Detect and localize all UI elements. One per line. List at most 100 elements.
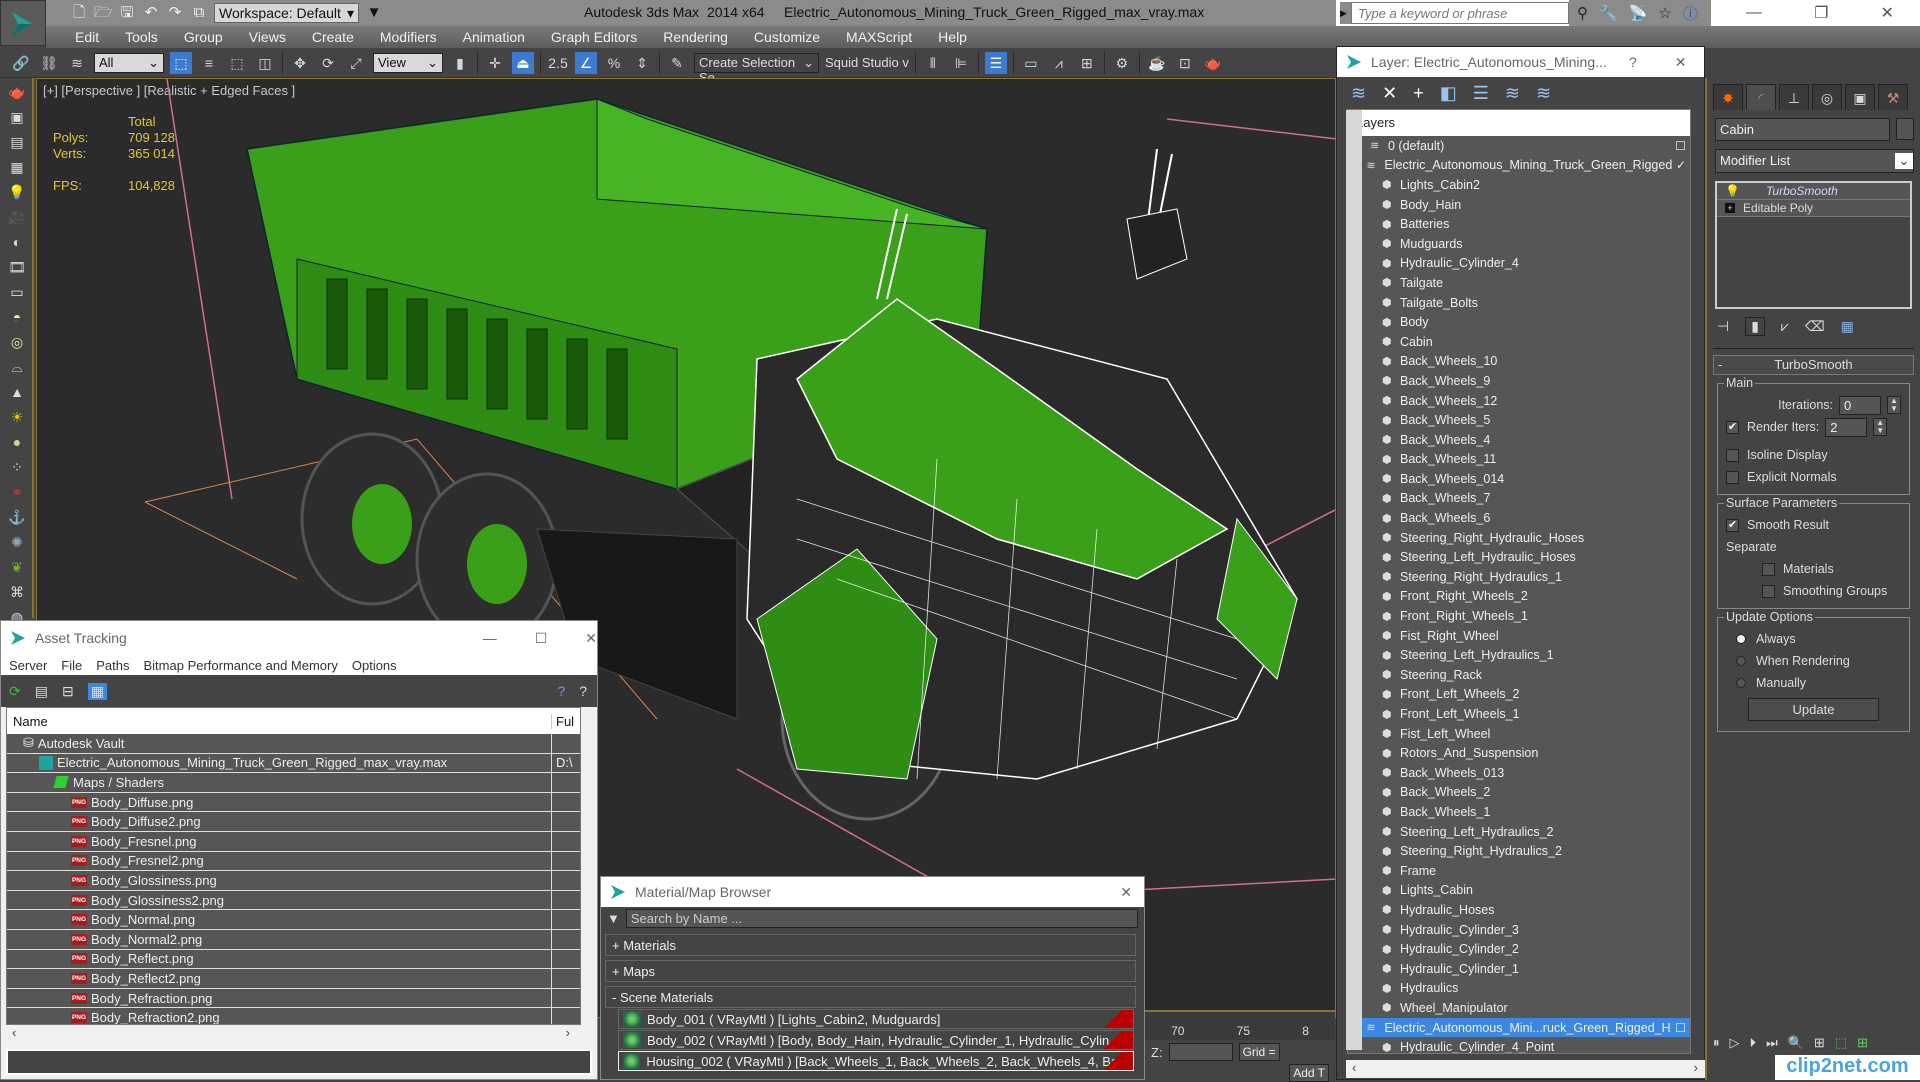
material-section-header[interactable]: + Materials (605, 934, 1136, 956)
material-editor-icon[interactable]: ⚙ (1111, 52, 1133, 74)
selection-filter-dropdown[interactable]: All ⌄ (94, 52, 164, 73)
scroll-left-icon[interactable]: ‹ (1352, 1060, 1356, 1075)
next-frame-icon[interactable]: ⏵ (1750, 1035, 1757, 1051)
layer-object-row[interactable]: ⬢ Back_Wheels_1 (1348, 802, 1690, 822)
refresh-icon[interactable]: ⟳ (9, 683, 21, 700)
sun-icon[interactable]: ☀ (5, 406, 29, 428)
prev-frame-icon[interactable]: ⏸ (1713, 1035, 1720, 1051)
menu-create[interactable]: Create (299, 29, 367, 45)
manually-radio[interactable] (1736, 678, 1746, 688)
layer-object-row[interactable]: ⬢ Back_Wheels_013 (1348, 763, 1690, 783)
manipulate-icon[interactable]: ✛ (484, 52, 506, 74)
material-browser-titlebar[interactable]: Material/Map Browser ✕ (601, 877, 1144, 907)
layer-object-row[interactable]: ⬢ Steering_Right_Hydraulics_1 (1348, 567, 1690, 587)
film-reel-icon[interactable]: 🎞 (5, 256, 29, 278)
close-icon[interactable]: ✕ (585, 630, 597, 647)
layer-column-header[interactable]: Layers (1348, 110, 1690, 136)
highlight-selected-layer-icon[interactable]: ☰ (1473, 83, 1489, 104)
key-icon[interactable]: 🔧 (1599, 4, 1618, 22)
edit-named-selection-icon[interactable]: ✎ (666, 52, 688, 74)
menu-help[interactable]: Help (925, 29, 980, 45)
utilities-tab[interactable]: ⚒ (1878, 84, 1908, 110)
moon-icon[interactable]: ◐ (5, 231, 29, 253)
menu-edit[interactable]: Edit (62, 29, 112, 45)
light-lister-icon[interactable]: 💡 (5, 181, 29, 203)
satellite-icon[interactable]: 📡 (1629, 4, 1648, 22)
select-objects-in-layer-icon[interactable]: ◧ (1440, 83, 1457, 104)
menu-group[interactable]: Group (171, 29, 236, 45)
layer-row[interactable]: ≋ 0 (default) ☐ (1348, 136, 1690, 156)
expand-search-icon[interactable]: ▶ (1340, 2, 1351, 24)
layer-object-row[interactable]: ⬢ Steering_Left_Hydraulics_1 (1348, 645, 1690, 665)
bind-to-space-warp-icon[interactable]: ≋ (66, 52, 88, 74)
new-file-icon[interactable]: 🗋 (70, 4, 88, 22)
layer-window-titlebar[interactable]: Layer: Electric_Autonomous_Mining... ? ✕ (1337, 47, 1704, 77)
layer-object-row[interactable]: ⬢ Hydraulics (1348, 979, 1690, 999)
undo-icon[interactable]: ↶ (142, 4, 160, 22)
menu-customize[interactable]: Customize (741, 29, 833, 45)
asset-row[interactable]: PNG Body_Refraction.png (7, 988, 580, 1009)
material-section-header[interactable]: - Scene Materials (605, 986, 1136, 1008)
dome-light-icon[interactable]: ◓ (5, 306, 29, 328)
molecule-icon[interactable]: ⚭ (5, 481, 29, 503)
asset-horizontal-scrollbar[interactable]: ‹ › (6, 1025, 592, 1045)
redo-icon[interactable]: ↷ (166, 4, 184, 22)
fur-icon[interactable]: ✺ (5, 531, 29, 553)
layer-object-row[interactable]: ⬢ Back_Wheels_4 (1348, 430, 1690, 450)
select-by-name-icon[interactable]: ≡ (198, 52, 220, 74)
layer-object-row[interactable]: ⬢ Frame (1348, 861, 1690, 881)
schematic-view-icon[interactable]: ⊞ (1076, 52, 1098, 74)
asset-row[interactable]: PNG Body_Normal.png (7, 910, 580, 930)
select-and-link-icon[interactable]: 🔗 (10, 52, 32, 74)
layer-vertical-scrollbar[interactable] (1346, 110, 1362, 1050)
layer-object-row[interactable]: ⬢ Tailgate (1348, 273, 1690, 293)
sphere-light-icon[interactable]: ● (5, 431, 29, 453)
close-icon[interactable]: ✕ (1881, 3, 1894, 23)
asset-menu-server[interactable]: Server (9, 658, 47, 673)
particles-icon[interactable]: ⁘ (5, 456, 29, 478)
hierarchy-tab[interactable]: ⊥ (1779, 84, 1809, 110)
layer-object-row[interactable]: ⬢ Hydraulic_Cylinder_4_Point (1348, 1037, 1690, 1053)
scene-material-row[interactable]: Body_001 ( VRayMtl ) [Lights_Cabin2, Mud… (618, 1009, 1134, 1029)
scene-material-row[interactable]: Housing_002 ( VRayMtl ) [Back_Wheels_1, … (618, 1051, 1134, 1071)
set-current-layer-icon[interactable]: ☐ (1675, 1021, 1686, 1035)
scroll-right-icon[interactable]: › (1694, 1060, 1698, 1075)
modifier-list-dropdown[interactable]: Modifier List ⌄ (1715, 149, 1914, 173)
online-help-icon[interactable]: ? (557, 683, 565, 699)
layer-object-row[interactable]: ⬢ Back_Wheels_2 (1348, 783, 1690, 803)
grass-icon[interactable]: ❦ (5, 556, 29, 578)
window-crossing-icon[interactable]: ◫ (254, 52, 276, 74)
layer-row[interactable]: ⊟≋Electric_Autonomous_Mining_Truck_Green… (1348, 156, 1690, 176)
show-end-result-icon[interactable]: ▮ (1745, 317, 1765, 336)
spinner-snap-icon[interactable]: ⇕ (631, 52, 653, 74)
pin-stack-icon[interactable]: ⊣ (1717, 318, 1729, 335)
lightbulb-icon[interactable]: 💡 (1725, 184, 1740, 198)
freeze-all-layers-icon[interactable]: ≋ (1536, 83, 1551, 104)
teapot-icon[interactable]: 🫖 (5, 81, 29, 103)
explicit-normals-checkbox[interactable] (1726, 470, 1739, 484)
help-icon[interactable]: ? (579, 683, 587, 699)
keyboard-shortcut-override-icon[interactable]: ⏏ (512, 51, 534, 74)
menu-tools[interactable]: Tools (112, 29, 171, 45)
configure-sets-icon[interactable]: ▦ (1841, 318, 1854, 335)
tree-view-icon[interactable]: ⊟ (62, 683, 74, 700)
layer-object-row[interactable]: ⬢ Lights_Cabin (1348, 881, 1690, 901)
unlink-icon[interactable]: ⛓ (38, 52, 60, 74)
minimize-icon[interactable]: — (1746, 4, 1762, 22)
render-iters-spinner[interactable]: ▲ ▼ (1873, 418, 1888, 436)
expand-icon[interactable]: + (1725, 203, 1735, 213)
asset-menu-file[interactable]: File (61, 658, 82, 673)
asset-menu-bitmap-performance-and-memory[interactable]: Bitmap Performance and Memory (144, 658, 338, 673)
asset-row[interactable]: PNG Body_Reflect2.png (7, 969, 580, 989)
layer-object-row[interactable]: ⬢ Body (1348, 312, 1690, 332)
layer-object-row[interactable]: ⬢ Hydraulic_Cylinder_3 (1348, 920, 1690, 940)
modifier-stack-item[interactable]: + Editable Poly (1717, 200, 1910, 217)
layer-manager-icon[interactable]: ☰ (984, 51, 1007, 74)
restore-icon[interactable]: ❐ (1814, 3, 1828, 23)
snaps-toggle-icon[interactable]: 2.5 (547, 52, 569, 74)
material-section-header[interactable]: + Maps (605, 960, 1136, 982)
hide-all-layers-icon[interactable]: ≋ (1505, 83, 1520, 104)
area-light-icon[interactable]: ▭ (5, 281, 29, 303)
infocenter-search-input[interactable]: Type a keyword or phrase (1351, 2, 1569, 24)
graphite-ribbon-icon[interactable]: ▭ (1020, 52, 1042, 74)
